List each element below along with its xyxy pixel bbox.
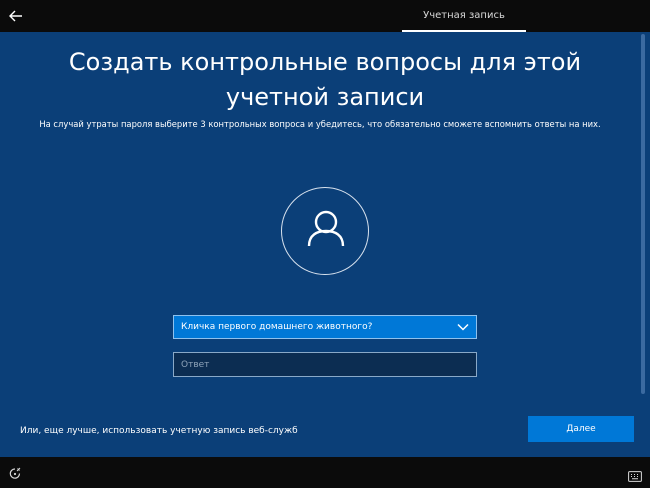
tab-account[interactable]: Учетная запись (402, 0, 526, 32)
next-button[interactable]: Далее (528, 416, 634, 442)
avatar (281, 187, 369, 275)
user-icon (307, 210, 345, 247)
page-subtitle: На случай утраты пароля выберите 3 контр… (39, 119, 601, 129)
oobe-screen: Учетная запись Создать контрольные вопро… (0, 0, 650, 488)
web-services-account-link[interactable]: Или, еще лучше, использовать учетную зап… (20, 425, 298, 437)
chevron-down-icon (457, 323, 469, 331)
top-bar: Учетная запись (0, 0, 650, 32)
ease-of-access-icon (9, 467, 21, 479)
scrollbar[interactable] (638, 32, 650, 457)
security-question-select[interactable]: Кличка первого домашнего животного? (173, 315, 477, 339)
ease-of-access-button[interactable] (8, 466, 22, 480)
page-title-line1: Создать контрольные вопросы для этой (68, 48, 582, 76)
keyboard-button[interactable] (628, 467, 642, 482)
keyboard-icon (628, 471, 642, 482)
security-question-value: Кличка первого домашнего животного? (181, 322, 373, 332)
scrollbar-thumb[interactable] (641, 34, 645, 394)
bottom-bar (0, 457, 650, 488)
page-title: Создать контрольные вопросы для этой уче… (20, 45, 630, 115)
main-panel: Создать контрольные вопросы для этой уче… (0, 32, 638, 457)
page-title-line2: учетной записи (225, 83, 425, 111)
back-button[interactable] (6, 6, 26, 26)
back-arrow-icon (9, 10, 22, 22)
answer-input[interactable] (173, 352, 477, 377)
